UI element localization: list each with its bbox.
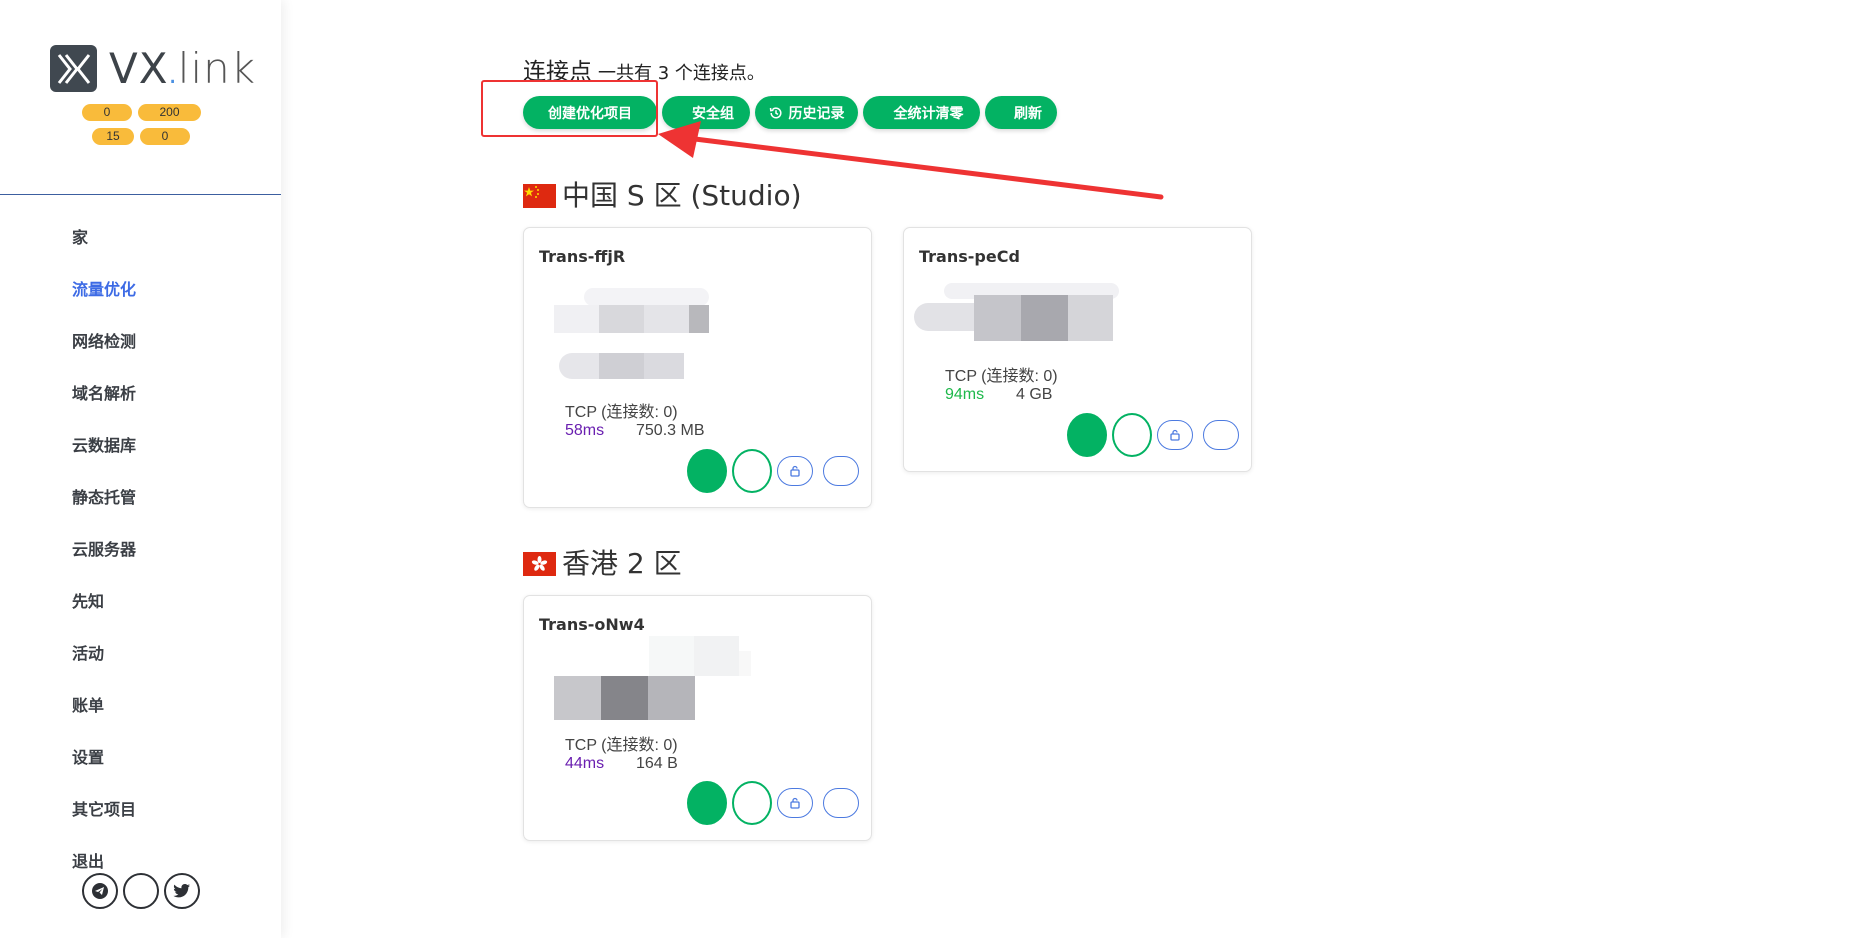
region-name: 香港 2 区 (562, 547, 682, 580)
redacted-content (914, 283, 1119, 353)
sidebar-item-other-projects[interactable]: 其它项目 (72, 796, 136, 848)
vx-logo-icon (50, 45, 97, 92)
traffic: 4 GB (1016, 386, 1053, 403)
node-action-primary-button[interactable] (687, 449, 727, 493)
brand-name-main: VX (109, 44, 169, 93)
sidebar-item-settings[interactable]: 设置 (72, 744, 136, 796)
lock-button[interactable] (1157, 420, 1193, 450)
stat-row-1: 0 200 (82, 104, 201, 121)
sidebar-item-cloud-database[interactable]: 云数据库 (72, 432, 136, 484)
sidebar-item-prophet[interactable]: 先知 (72, 588, 136, 640)
sidebar-nav: 家 流量优化 网络检测 域名解析 云数据库 静态托管 云服务器 先知 活动 账单… (72, 224, 136, 900)
node-action-extra-button[interactable] (823, 788, 859, 818)
tcp-connections: TCP (连接数: 0) (565, 404, 678, 421)
latency: 58ms (565, 422, 605, 439)
brand-logo[interactable]: VX.link (50, 44, 256, 93)
node-action-primary-button[interactable] (687, 781, 727, 825)
node-action-primary-button[interactable] (1067, 413, 1107, 457)
tcp-connections: TCP (连接数: 0) (945, 368, 1058, 385)
sidebar-item-billing[interactable]: 账单 (72, 692, 136, 744)
node-action-extra-button[interactable] (823, 456, 859, 486)
hong-kong-flag-icon (523, 550, 556, 576)
redacted-content (554, 288, 714, 388)
traffic: 164 B (636, 755, 678, 772)
lock-button[interactable] (777, 788, 813, 818)
blank-icon[interactable] (123, 873, 159, 909)
sidebar-item-cloud-server[interactable]: 云服务器 (72, 536, 136, 588)
telegram-icon[interactable] (82, 873, 118, 909)
social-links (82, 873, 200, 909)
sidebar-item-home[interactable]: 家 (72, 224, 136, 276)
latency: 44ms (565, 755, 605, 772)
node-action-secondary-button[interactable] (732, 449, 772, 493)
traffic: 750.3 MB (636, 422, 705, 439)
tcp-connections: TCP (连接数: 0) (565, 737, 678, 754)
node-card[interactable]: Trans-oNw4 TCP (连接数: 0) 44ms 164 B (523, 595, 872, 841)
node-name: Trans-oNw4 (539, 615, 645, 634)
brand-name-tail: link (177, 44, 257, 93)
region-name: 中国 S 区 (Studio) (562, 179, 802, 212)
region-title: 中国 S 区 (Studio) (523, 174, 802, 214)
brand-name: VX.link (109, 44, 256, 93)
sidebar-item-network-check[interactable]: 网络检测 (72, 328, 136, 380)
sidebar-item-static-hosting[interactable]: 静态托管 (72, 484, 136, 536)
redacted-content (524, 636, 754, 726)
node-card[interactable]: Trans-peCd TCP (连接数: 0) 94ms 4 GB (903, 227, 1252, 472)
stat-badge: 15 (92, 128, 134, 145)
node-actions (1067, 413, 1239, 457)
node-card[interactable]: Trans-ffjR TCP (连接数: 0) 58ms 750.3 MB (523, 227, 872, 508)
sidebar: VX.link 0 200 15 0 家 流量优化 网络检测 域名解析 云数据库… (0, 0, 281, 938)
region-title: 香港 2 区 (523, 542, 682, 582)
stat-badge: 0 (140, 128, 190, 145)
lock-button[interactable] (777, 456, 813, 486)
twitter-icon[interactable] (164, 873, 200, 909)
stat-badge: 0 (82, 104, 132, 121)
sidebar-divider (0, 194, 281, 195)
lock-icon (790, 797, 800, 809)
china-flag-icon (523, 182, 556, 208)
node-action-extra-button[interactable] (1203, 420, 1239, 450)
node-name: Trans-peCd (919, 247, 1020, 266)
stat-badge: 200 (138, 104, 201, 121)
node-name: Trans-ffjR (539, 247, 626, 266)
stat-row-2: 15 0 (92, 128, 190, 145)
sidebar-item-traffic-optimization[interactable]: 流量优化 (72, 276, 136, 328)
sidebar-item-activities[interactable]: 活动 (72, 640, 136, 692)
node-actions (687, 449, 859, 493)
sidebar-item-dns[interactable]: 域名解析 (72, 380, 136, 432)
lock-icon (790, 465, 800, 477)
node-actions (687, 781, 859, 825)
lock-icon (1170, 429, 1180, 441)
brand-name-dot: . (168, 60, 178, 90)
annotation-highlight-box (481, 80, 658, 137)
node-action-secondary-button[interactable] (1112, 413, 1152, 457)
latency: 94ms (945, 386, 985, 403)
node-action-secondary-button[interactable] (732, 781, 772, 825)
